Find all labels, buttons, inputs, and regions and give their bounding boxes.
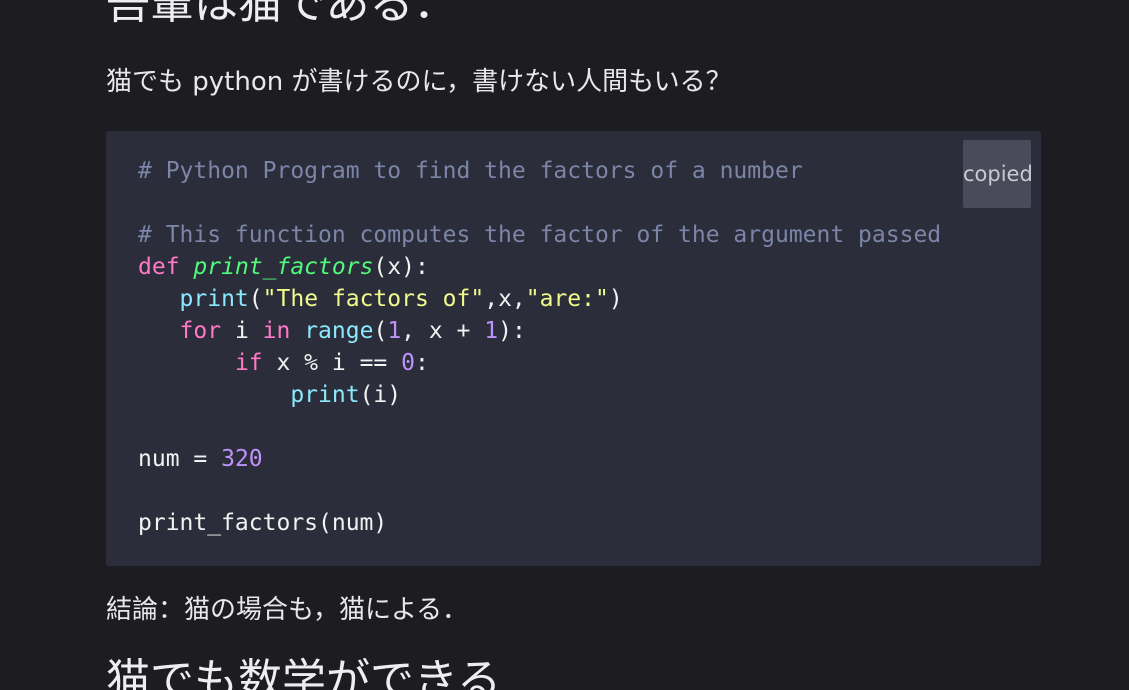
code-token: ,x,	[484, 286, 526, 312]
code-token: if	[234, 350, 263, 376]
article-page: 吾輩は猫である． 猫でも python が書けるのに，書けない人間もいる？ # …	[0, 0, 1129, 690]
code-token: range	[304, 318, 374, 344]
code-token: :	[414, 350, 429, 376]
code-line: # Python Program to find the factors of …	[138, 158, 803, 184]
code-token: )	[608, 286, 623, 312]
code-token: 1	[484, 318, 499, 344]
code-line: print("The factors of",x,"are:")	[138, 286, 623, 312]
code-token: (x):	[373, 254, 429, 280]
code-line: def print_factors(x):	[138, 254, 429, 280]
copy-code-button[interactable]: copied	[963, 140, 1033, 208]
code-line: print(i)	[138, 382, 401, 408]
code-line: # This function computes the factor of t…	[138, 222, 941, 248]
code-token: i	[221, 318, 263, 344]
code-token: (	[373, 318, 388, 344]
code-token: ):	[498, 318, 526, 344]
code-token: print_factors(num)	[138, 510, 388, 536]
code-token: x % i ==	[262, 350, 402, 376]
code-token: in	[262, 318, 291, 344]
code-token: def	[138, 254, 180, 280]
code-token: 0	[401, 350, 415, 376]
code-block: # Python Program to find the factors of …	[106, 131, 1041, 566]
code-token: num =	[138, 446, 222, 472]
code-line: for i in range(1, x + 1):	[138, 318, 526, 344]
code-token: (	[248, 286, 263, 312]
code-token: # Python Program to find the factors of …	[138, 158, 803, 184]
code-token: "are:"	[525, 286, 609, 312]
code-token: # This function computes the factor of t…	[138, 222, 942, 248]
code-token: , x +	[401, 318, 485, 344]
code-content: # Python Program to find the factors of …	[138, 155, 941, 539]
code-token: "The factors of"	[262, 286, 485, 312]
section-heading: 吾輩は猫である．	[106, 0, 458, 29]
code-token: 1	[387, 318, 402, 344]
intro-paragraph: 猫でも python が書けるのに，書けない人間もいる？	[106, 67, 732, 97]
code-token: (i)	[359, 382, 402, 408]
code-line: print_factors(num)	[138, 510, 387, 536]
code-token: print	[179, 286, 249, 312]
code-token: 320	[221, 446, 263, 472]
code-token: for	[179, 318, 222, 344]
conclusion-paragraph: 結論：猫の場合も，猫による．	[106, 595, 469, 625]
code-line: if x % i == 0:	[138, 350, 429, 376]
code-token: print	[290, 382, 360, 408]
code-line: num = 320	[138, 446, 263, 472]
section-heading: 猫でも数学ができる	[106, 655, 502, 690]
code-token: print_factors	[193, 254, 374, 280]
